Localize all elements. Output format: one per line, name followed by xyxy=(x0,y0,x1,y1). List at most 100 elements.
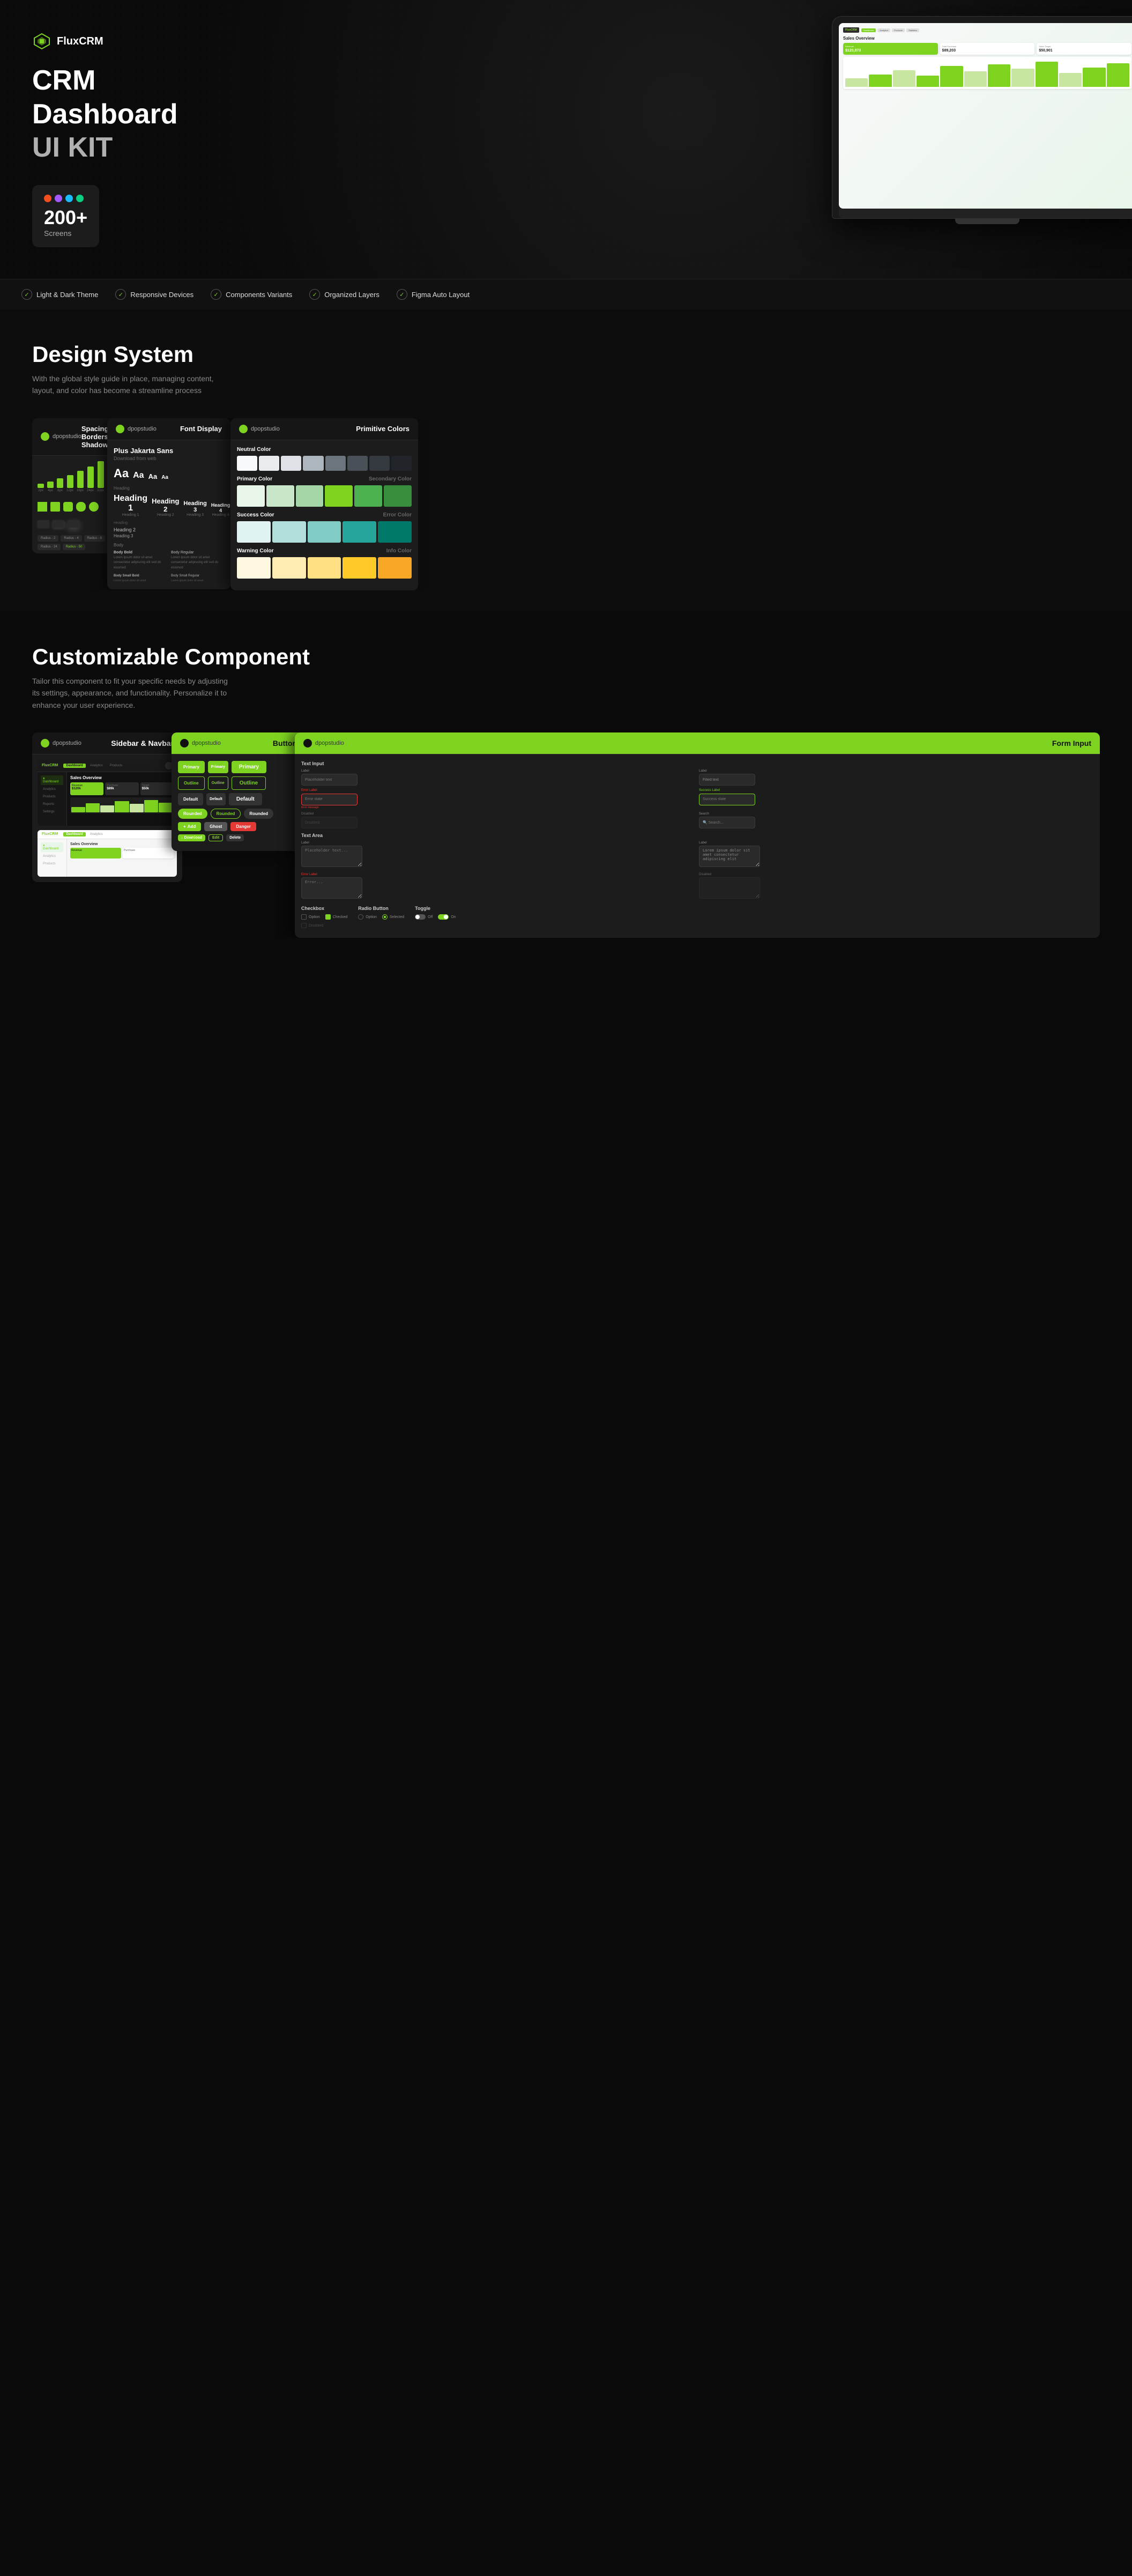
design-system-desc: With the global style guide in place, ma… xyxy=(32,373,236,397)
mini-bar-7 xyxy=(159,803,173,812)
form-panel-logo: dpopstudio xyxy=(303,739,344,747)
font-panel: dpopstudio Font Display Plus Jakarta San… xyxy=(107,418,230,589)
colors-panel: dpopstudio Primitive Colors Neutral Colo… xyxy=(230,418,418,590)
body-col-1: Body Bold Lorem ipsum dolor sit amet con… xyxy=(114,551,167,571)
form-panel-content: Text Input Label Label Error Label Error… xyxy=(295,754,1100,938)
nav-dashboard: Dashboard xyxy=(861,28,876,32)
mini-side-item-1: ● Dashboard xyxy=(41,775,63,785)
radio-label-2: Selected xyxy=(390,915,404,919)
hero-left-content: FluxCRM CRM Dashboard UI KIT 200+ Screen… xyxy=(32,32,178,247)
toggle-on[interactable] xyxy=(438,914,449,920)
headings-label: Heading xyxy=(114,486,224,491)
body-label: Body xyxy=(114,543,224,547)
sp-bar-1 xyxy=(38,484,44,488)
subheadings-section: Heading Heading 2 Heading 3 xyxy=(114,521,224,538)
radio-checked[interactable]: Selected xyxy=(382,914,404,920)
sp-group-3: 8px xyxy=(57,478,63,492)
checkbox-unchecked[interactable]: Option xyxy=(301,914,320,920)
checkbox-checked[interactable]: Checked xyxy=(325,914,348,920)
warning-header-row: Warning Color Info Color xyxy=(237,548,412,557)
toggle-on-label: On xyxy=(451,915,456,919)
textarea-filled[interactable]: Lorem ipsum dolor sit amet consectetur a… xyxy=(699,846,760,867)
text-input-error[interactable] xyxy=(301,794,358,805)
btn-outline-lg[interactable]: Outline xyxy=(232,776,266,790)
chart-bar-10 xyxy=(1059,73,1082,87)
radius-full xyxy=(89,502,99,512)
btn-rounded-primary[interactable]: Rounded xyxy=(178,809,207,819)
btn-row-3: Default Default Default xyxy=(178,793,299,805)
sp-bar-2 xyxy=(47,482,54,488)
btn-primary-sm[interactable]: Primary xyxy=(208,761,228,773)
btn-dark-lg[interactable]: Default xyxy=(229,793,262,805)
sp-label-6: 24px xyxy=(87,489,94,492)
btn-dark-icon-sm[interactable]: Delete xyxy=(226,834,244,841)
btn-primary-md[interactable]: Primary xyxy=(178,761,205,773)
mini-light-side-3: Products xyxy=(41,861,63,867)
mini-light-nav-active: Dashboard xyxy=(63,832,85,837)
radio-unchecked[interactable]: Option xyxy=(358,914,377,920)
sc-chip-5 xyxy=(378,521,412,543)
input-label-error: Error Label xyxy=(301,789,696,792)
toggle-on-item[interactable]: On xyxy=(438,914,456,920)
mini-topbar-row: FluxCRM Dashboard Analytics Products xyxy=(38,760,177,772)
checkbox-1[interactable] xyxy=(301,914,307,920)
checkbox-2[interactable] xyxy=(325,914,331,920)
spacing-logo-dot xyxy=(41,432,49,441)
text-input-success[interactable] xyxy=(699,794,755,805)
radius-4 xyxy=(63,502,73,512)
chart-bar-9 xyxy=(1036,62,1058,87)
component-panels-container: dpopstudio Sidebar & Navbar FluxCRM Dash… xyxy=(32,732,1100,938)
mini-stat-val-1: $120k xyxy=(72,787,102,790)
btn-danger[interactable]: Danger xyxy=(230,822,256,831)
screen-nav: Dashboard Analytics Products Statistics xyxy=(861,28,919,32)
text-input-1[interactable] xyxy=(301,774,358,786)
feature-layers: ✓ Organized Layers xyxy=(309,289,379,300)
btn-outline-sm[interactable]: Outline xyxy=(208,776,228,790)
input-group-3: Error Label Error message xyxy=(301,789,696,809)
toggle-section-title: Toggle xyxy=(415,906,456,911)
screens-label: Screens xyxy=(44,229,87,238)
radio-2[interactable] xyxy=(382,914,388,920)
btn-rounded-dark[interactable]: Rounded xyxy=(244,809,273,819)
btn-rounded-outline[interactable]: Rounded xyxy=(211,809,241,819)
button-logo-dot xyxy=(180,739,189,747)
btn-outline-md[interactable]: Outline xyxy=(178,776,205,790)
mini-stat-2: Purchase $89k xyxy=(105,782,138,795)
success-color-title: Success Color xyxy=(237,512,274,518)
warning-color-title: Warning Color xyxy=(237,548,274,554)
error-color-title: Error Color xyxy=(383,512,412,518)
sp-group-2: 4px xyxy=(47,482,54,492)
subheading-3: Heading 3 xyxy=(114,534,224,538)
btn-icon-primary[interactable]: + Add xyxy=(178,822,201,831)
textarea-error[interactable] xyxy=(301,877,362,899)
design-panels-grid: dpopstudio Spacing, Borders, Shadow 2px … xyxy=(32,418,1100,590)
mini-side-item-3: Products xyxy=(41,794,63,800)
toggle-off[interactable] xyxy=(415,914,426,920)
font-panel-logo: dpopstudio xyxy=(116,425,157,433)
btn-row-1: Primary Primary Primary xyxy=(178,761,299,773)
checkbox-section-title: Checkbox xyxy=(301,906,347,911)
screen-cards: Revenue $120,873 Total Purchase $89,203 … xyxy=(843,43,1131,55)
subheadings-label: Heading xyxy=(114,521,224,525)
feature-check-2: ✓ xyxy=(115,289,126,300)
pc-chip-1 xyxy=(237,485,265,507)
text-input-filled[interactable] xyxy=(699,774,755,786)
btn-primary-lg[interactable]: Primary xyxy=(232,761,266,773)
sc-chip-4 xyxy=(342,521,376,543)
btn-outline-icon-sm[interactable]: Edit xyxy=(208,834,223,841)
btn-dark-sm[interactable]: Default xyxy=(206,793,226,805)
text-input-search[interactable] xyxy=(699,817,755,828)
body-small-regular-text: Lorem ipsum dolor sit amet xyxy=(171,579,224,583)
feature-autolayout: ✓ Figma Auto Layout xyxy=(397,289,470,300)
chart-bar-11 xyxy=(1083,68,1105,87)
textarea-1[interactable] xyxy=(301,846,362,867)
error-msg: Error message xyxy=(301,806,696,809)
btn-with-icon-sm[interactable]: ↓ Download xyxy=(178,834,205,841)
btn-dark-md[interactable]: Default xyxy=(178,793,203,805)
sp-group-7: 32px xyxy=(97,461,104,492)
toggle-off-item[interactable]: Off xyxy=(415,914,433,920)
btn-ghost[interactable]: Ghost xyxy=(204,822,227,831)
button-panel-logo: dpopstudio xyxy=(180,739,221,747)
font-logo-dot xyxy=(116,425,124,433)
radio-1[interactable] xyxy=(358,914,363,920)
